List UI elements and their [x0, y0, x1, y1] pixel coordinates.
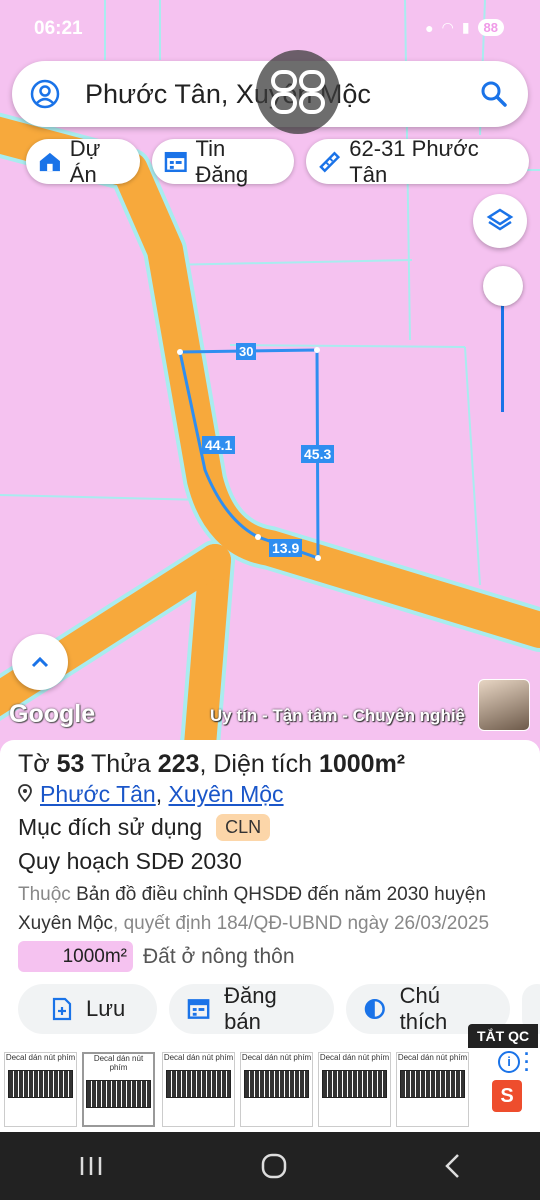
profile-thumbnail[interactable] — [478, 679, 530, 731]
shopee-logo-icon[interactable]: S — [492, 1080, 522, 1112]
zone-type: Đất ở nông thôn — [143, 944, 295, 968]
ad-product-thumb[interactable]: Decal dán nút phím — [240, 1052, 313, 1127]
keyboard-image — [166, 1070, 231, 1098]
recent-apps-icon[interactable] — [78, 1155, 104, 1177]
slider-track[interactable] — [501, 300, 504, 412]
save-add-icon — [52, 997, 72, 1021]
map-pin-icon — [18, 784, 32, 803]
parcel-address: Phước Tân, Xuyên Mộc — [18, 781, 284, 808]
legend-icon — [364, 998, 385, 1020]
area-label: , Diện tích — [199, 750, 312, 778]
floating-overlay-button[interactable] — [256, 50, 340, 134]
expand-panel-button[interactable] — [12, 634, 68, 690]
slider-handle[interactable] — [483, 266, 523, 306]
sheet-label: Tờ — [18, 750, 50, 778]
plan-prefix: Thuộc — [18, 884, 71, 905]
plan-decision: , quyết định 184/QĐ-UBND ngày 26/03/2025 — [113, 913, 490, 934]
zone-row: 1000m² Đất ở nông thôn — [18, 941, 295, 972]
edge-label-left: 44.1 — [202, 436, 236, 454]
status-badge: 88 — [477, 19, 504, 36]
chip-label: Dự Án — [69, 135, 101, 187]
edge-label-right: 45.3 — [301, 445, 335, 463]
thumb-title: Decal dán nút phím — [5, 1053, 76, 1062]
chip-location[interactable]: 62-31 Phước Tân — [306, 136, 529, 187]
status-time: 06:21 — [34, 18, 83, 39]
ad-info-icon[interactable]: i — [498, 1051, 520, 1073]
keyboard-image — [322, 1070, 387, 1098]
save-button[interactable]: Lưu — [18, 984, 157, 1034]
signal-icon: ▮ — [461, 19, 470, 35]
plan-description: Thuộc Bản đồ điều chỉnh QHSDĐ đến năm 20… — [18, 880, 530, 938]
ad-product-thumb[interactable]: Decal dán nút phím — [4, 1052, 77, 1127]
keyboard-image — [244, 1070, 309, 1098]
home-icon[interactable] — [261, 1153, 287, 1179]
parcel-number: 223 — [157, 750, 200, 778]
sheet-number: 53 — [56, 750, 85, 778]
ad-product-thumb[interactable]: Decal dán nút phím — [318, 1052, 391, 1127]
plan-title: Quy hoạch SDĐ 2030 — [18, 848, 242, 874]
status-bar: 06:21 ● ◠ ▮ 88 — [0, 0, 540, 58]
status-icons: ● ◠ ▮ 88 — [425, 19, 504, 36]
thumb-title: Decal dán nút phím — [93, 1054, 144, 1072]
chip-label: Tin Đăng — [195, 135, 249, 187]
chip-label: 62-31 Phước Tân — [349, 135, 479, 187]
google-logo: Google — [9, 700, 96, 728]
ad-menu-icon[interactable]: · · · — [524, 1045, 530, 1079]
thumb-title: Decal dán nút phím — [397, 1053, 468, 1062]
thumb-title: Decal dán nút phím — [163, 1053, 234, 1062]
ad-product-thumb[interactable]: Decal dán nút phím — [162, 1052, 235, 1127]
parcel-title: Tờ 53 Thửa 223, Diện tích 1000m² — [18, 750, 405, 779]
house-icon — [39, 152, 60, 171]
edge-label-bottom: 13.9 — [269, 539, 303, 557]
parcel-area: 1000m² — [318, 750, 406, 778]
map-slogan: Uy tín - Tận tâm - Chuyên nghiệ — [210, 706, 466, 725]
back-icon[interactable] — [444, 1153, 462, 1179]
system-nav-bar — [0, 1132, 540, 1200]
ward-link[interactable]: Phước Tân — [40, 781, 156, 807]
account-icon[interactable] — [30, 79, 60, 114]
wifi-icon: ◠ — [441, 19, 454, 35]
thumb-title: Decal dán nút phím — [241, 1053, 312, 1062]
purpose-row: Mục đích sử dụng CLN — [18, 814, 271, 841]
listing-icon — [187, 999, 210, 1019]
ruler-icon — [319, 151, 341, 172]
purpose-code-badge: CLN — [216, 814, 271, 841]
action-label: Lưu — [86, 996, 126, 1021]
layers-button[interactable] — [473, 194, 527, 248]
chip-tin-dang[interactable]: Tin Đăng — [152, 136, 294, 187]
search-icon[interactable] — [480, 80, 508, 113]
calendar-icon — [164, 151, 187, 172]
purpose-label: Mục đích sử dụng — [18, 814, 203, 840]
keyboard-image — [8, 1070, 73, 1098]
chip-du-an[interactable]: Dự Án — [26, 136, 140, 187]
action-label: Đăng bán — [224, 983, 277, 1034]
ad-product-thumb[interactable]: Decal dán nút phím — [396, 1052, 469, 1127]
post-sale-button[interactable]: Đăng bán — [169, 983, 334, 1034]
zone-area-swatch: 1000m² — [18, 941, 133, 972]
keyboard-image — [400, 1070, 465, 1098]
location-icon: ● — [425, 19, 434, 36]
ad-product-thumb[interactable]: Decal dán nút phím — [82, 1052, 155, 1127]
parcel-label: Thửa — [90, 750, 151, 778]
layers-icon — [486, 208, 514, 231]
chevron-up-icon — [31, 656, 49, 668]
district-link[interactable]: Xuyên Mộc — [169, 781, 284, 807]
edge-label-top: 30 — [236, 343, 257, 360]
keyboard-image — [86, 1080, 151, 1108]
thumb-title: Decal dán nút phím — [319, 1053, 390, 1062]
overlay-icon — [271, 70, 325, 114]
